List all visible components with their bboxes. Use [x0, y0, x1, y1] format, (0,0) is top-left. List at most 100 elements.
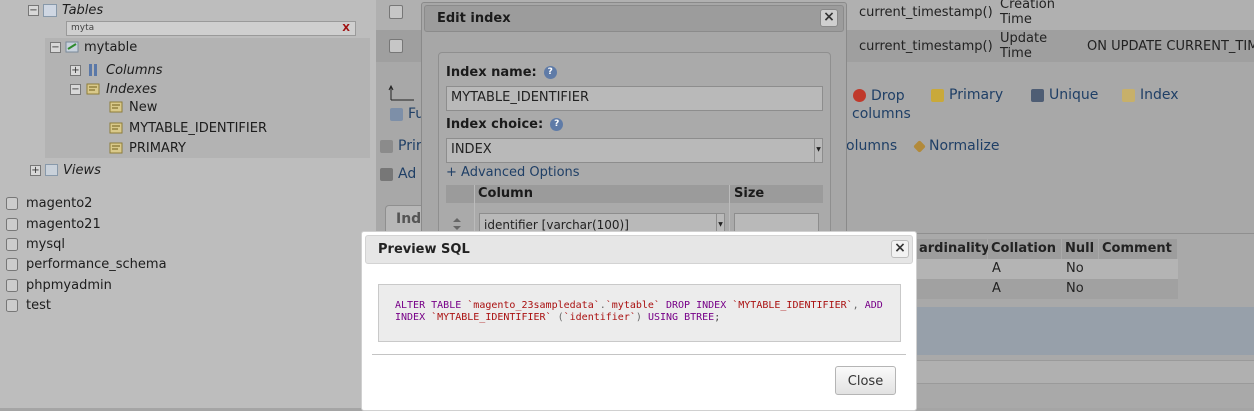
- comment-line: Time: [1000, 46, 1032, 61]
- tree-item-mytable[interactable]: − mytable: [50, 37, 137, 57]
- index-name-label: Index name: ?: [446, 65, 557, 80]
- index-item-label: PRIMARY: [129, 140, 186, 156]
- advanced-options-link[interactable]: + Advanced Options: [446, 165, 580, 180]
- drop-icon: [853, 89, 866, 102]
- default-value: current_timestamp(): [859, 5, 993, 20]
- database-item[interactable]: test: [6, 295, 51, 315]
- null-cell: No: [1066, 281, 1084, 296]
- dialog-title: Preview SQL: [378, 242, 470, 257]
- database-item[interactable]: phpmyadmin: [6, 275, 112, 295]
- database-name: mysql: [26, 236, 65, 252]
- collapse-icon[interactable]: −: [50, 41, 61, 53]
- views-label: Views: [63, 162, 101, 178]
- input-value: MYTABLE_IDENTIFIER: [451, 90, 589, 105]
- index-item-label: New: [129, 99, 158, 115]
- preview-sql-dialog: Preview SQL × ALTER TABLE `magento_23sam…: [361, 231, 917, 411]
- expand-icon[interactable]: +: [30, 164, 41, 176]
- column-header: Comment: [1099, 239, 1177, 259]
- drag-handle-icon[interactable]: [452, 216, 462, 232]
- index-icon: [1122, 88, 1135, 102]
- tree-item-views[interactable]: + Views: [30, 160, 101, 180]
- null-cell: No: [1066, 261, 1084, 276]
- index-choice-select[interactable]: INDEX ▼: [446, 138, 823, 163]
- index-icon: [108, 141, 124, 155]
- comment-line: Creation: [1000, 0, 1056, 12]
- row-checkbox[interactable]: [389, 39, 403, 53]
- unique-action[interactable]: Unique: [1031, 87, 1098, 103]
- add-label: Ad: [398, 166, 417, 182]
- size-header: Size: [734, 186, 765, 201]
- columns-icon: [85, 63, 101, 77]
- tab-label: Ind: [396, 211, 422, 227]
- sql-identifier: `MYTABLE_IDENTIFIER`: [431, 312, 552, 323]
- database-icon: [6, 257, 18, 271]
- table-row: [916, 279, 1178, 299]
- table-filter-input[interactable]: myta X: [66, 21, 356, 36]
- database-item[interactable]: mysql: [6, 234, 65, 254]
- columns-partial-label[interactable]: olumns: [846, 138, 897, 154]
- database-name: test: [26, 297, 51, 313]
- drop-columns-action[interactable]: Drop: [853, 86, 905, 106]
- index-item-label: MYTABLE_IDENTIFIER: [129, 120, 267, 136]
- table-row: [916, 259, 1178, 279]
- normalize-label: Normalize: [929, 138, 1000, 154]
- preview-sql-titlebar[interactable]: Preview SQL: [365, 235, 913, 264]
- arrow-up-icon: [388, 84, 416, 101]
- tree-item-new-index[interactable]: New: [108, 97, 157, 117]
- divider: [372, 354, 906, 355]
- row-checkbox[interactable]: [389, 5, 403, 19]
- sql-identifier: `MYTABLE_IDENTIFIER`: [732, 300, 853, 311]
- primary-action[interactable]: Primary: [931, 87, 1003, 103]
- sql-keyword: ALTER: [395, 300, 426, 311]
- close-button[interactable]: Close: [835, 366, 896, 395]
- tree-item-columns[interactable]: + Columns: [70, 60, 163, 80]
- add-action[interactable]: Ad: [380, 166, 416, 182]
- key-icon: [931, 88, 944, 102]
- database-icon: [6, 278, 18, 292]
- database-icon: [6, 298, 18, 312]
- indexes-icon: [85, 82, 101, 96]
- database-item[interactable]: performance_schema: [6, 254, 167, 274]
- print-action[interactable]: Prir: [380, 138, 422, 154]
- normalize-action[interactable]: Normalize: [913, 138, 1000, 154]
- columns-label: Columns: [106, 62, 163, 78]
- fulltext-action[interactable]: Fu: [390, 106, 424, 122]
- unique-icon: [1031, 88, 1044, 102]
- index-action[interactable]: Index: [1122, 87, 1179, 103]
- index-name-input[interactable]: MYTABLE_IDENTIFIER: [446, 86, 823, 111]
- sql-keyword: INDEX: [395, 312, 426, 323]
- indexes-label: Indexes: [106, 81, 157, 97]
- clear-filter-icon[interactable]: X: [342, 22, 350, 35]
- index-choice-label: Index choice: ?: [446, 117, 564, 132]
- close-icon[interactable]: ×: [891, 240, 909, 258]
- tree-item-indexes[interactable]: − Indexes: [70, 79, 157, 99]
- sql-identifier: `mytable`: [605, 300, 660, 311]
- panel-footer-band: [916, 307, 1254, 355]
- select-value: identifier [varchar(100)]: [484, 218, 629, 232]
- help-icon[interactable]: ?: [550, 118, 564, 131]
- fulltext-icon: [390, 107, 403, 121]
- index-icon: [108, 121, 124, 135]
- tree-item-index-mytable-identifier[interactable]: MYTABLE_IDENTIFIER: [108, 118, 267, 138]
- tree-item-tables[interactable]: − Tables: [28, 0, 103, 20]
- column-header: Null: [1062, 239, 1098, 259]
- column-header: Collation: [988, 239, 1061, 259]
- database-item[interactable]: magento21: [6, 214, 101, 234]
- dialog-title: Edit index: [437, 11, 511, 26]
- database-name: magento2: [26, 195, 93, 211]
- default-value: current_timestamp(): [859, 39, 993, 54]
- collapse-icon[interactable]: −: [70, 83, 81, 95]
- edit-index-titlebar[interactable]: Edit index: [424, 5, 844, 32]
- expand-icon[interactable]: +: [70, 64, 81, 76]
- filter-value: myta: [71, 23, 95, 33]
- normalize-icon: [913, 139, 926, 153]
- help-icon[interactable]: ?: [543, 66, 557, 79]
- database-name: magento21: [26, 216, 101, 232]
- collapse-icon[interactable]: −: [28, 4, 39, 16]
- new-index-icon: [108, 100, 124, 114]
- index-label: Index: [1140, 87, 1179, 103]
- close-icon[interactable]: ×: [820, 9, 838, 27]
- database-item[interactable]: magento2: [6, 193, 92, 213]
- tree-item-index-primary[interactable]: PRIMARY: [108, 138, 186, 158]
- collation-cell: A: [992, 261, 1001, 276]
